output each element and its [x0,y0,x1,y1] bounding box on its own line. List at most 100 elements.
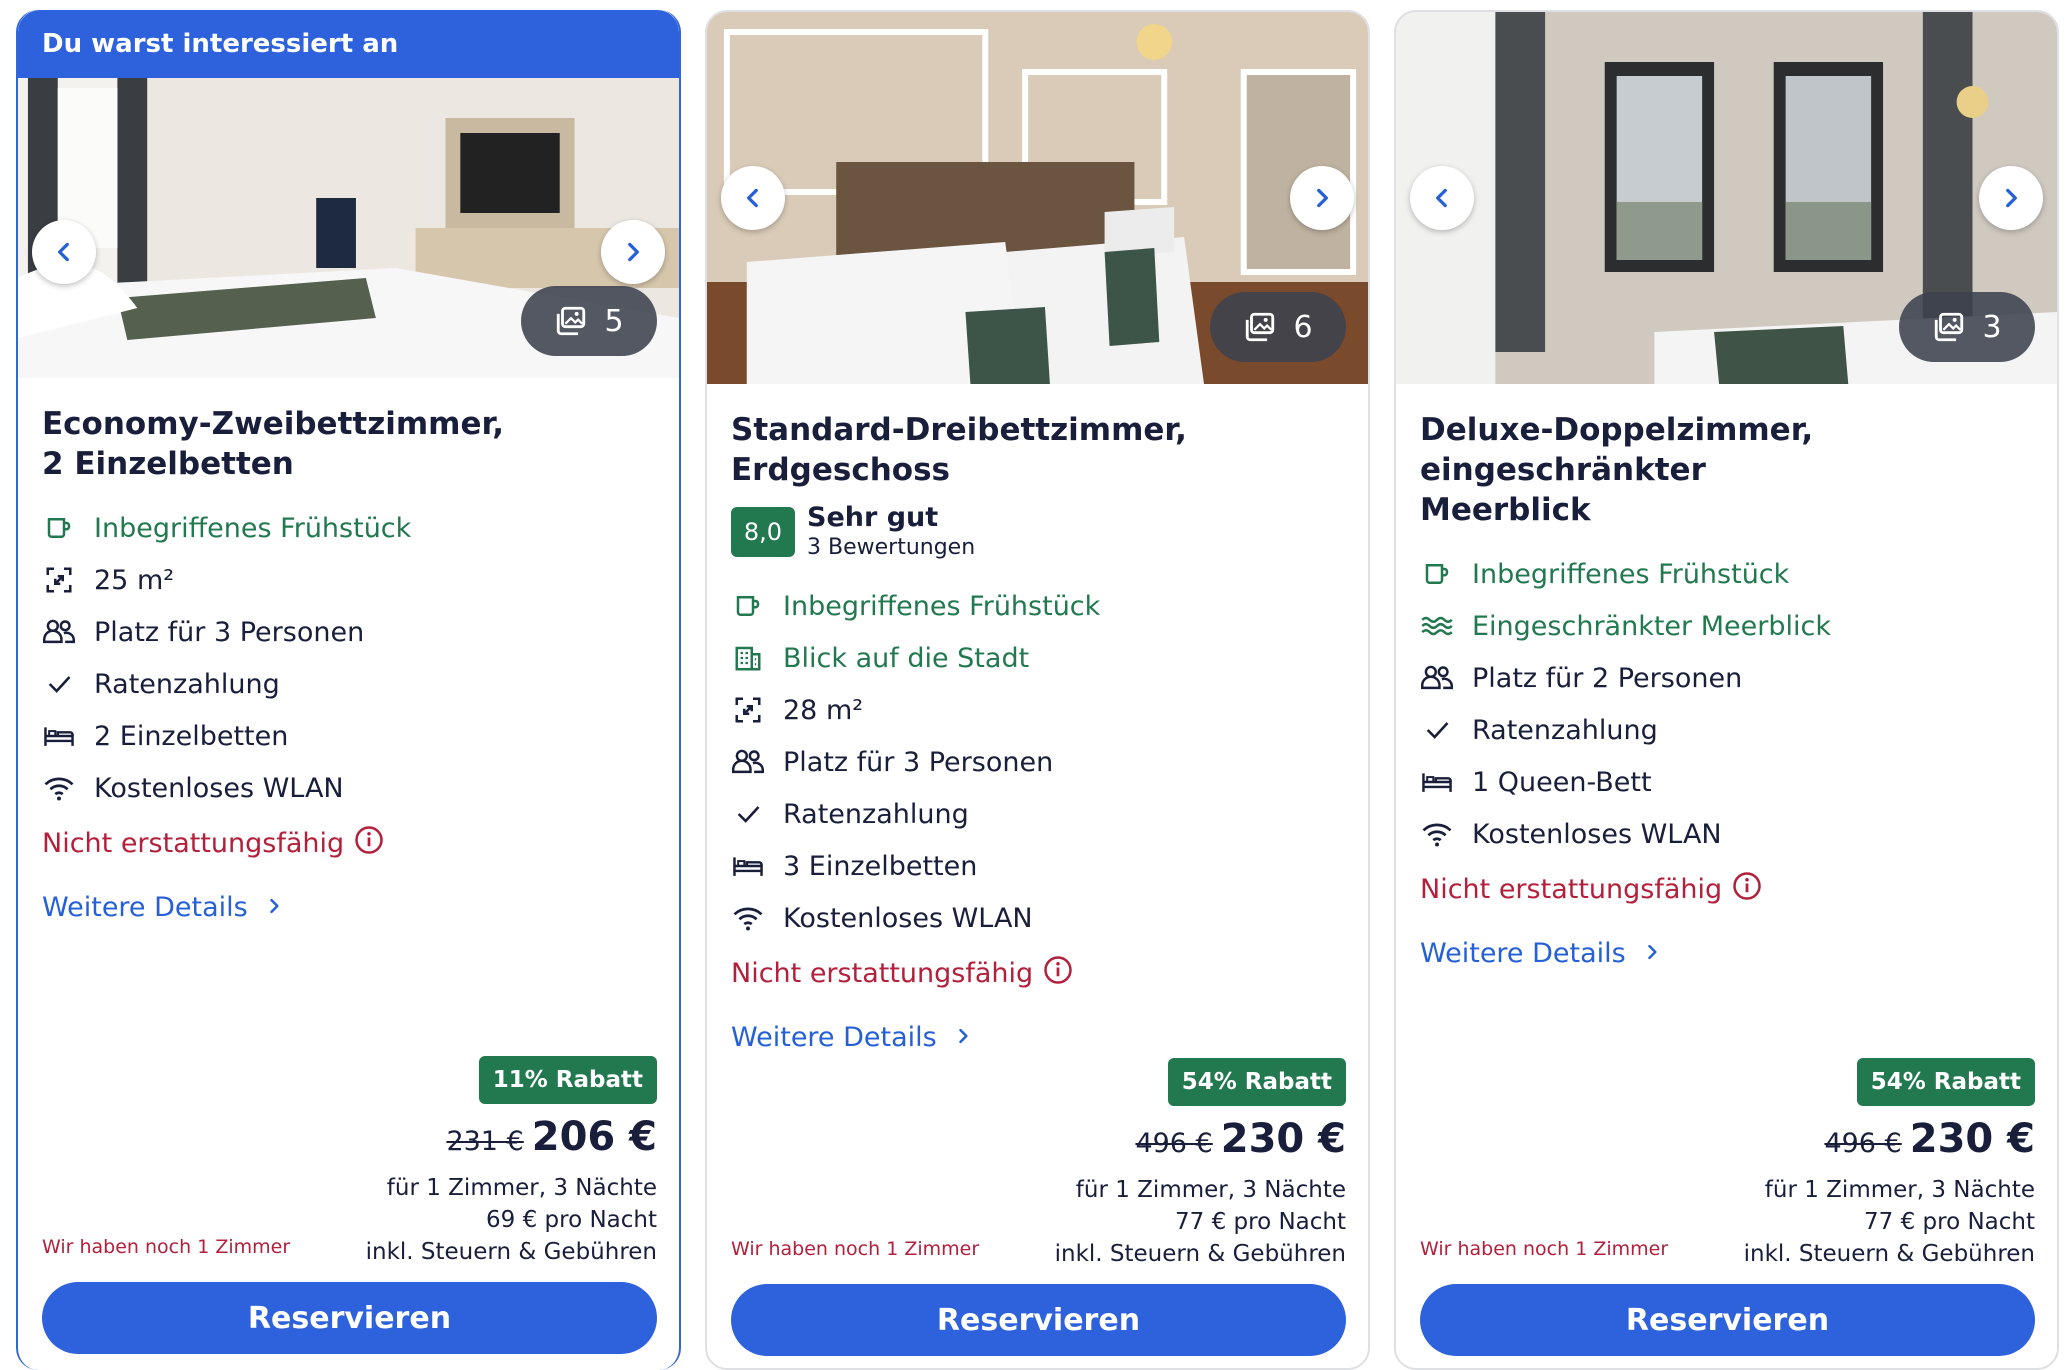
photo-gallery-button[interactable]: 5 [521,286,657,356]
availability-note: Wir haben noch 1 Zimmer [42,1236,291,1258]
amenity-guests: Platz für 3 Personen [42,606,657,658]
breakfast-icon [736,596,760,616]
more-details-link[interactable]: Weitere Details [731,1012,1346,1062]
availability-note: Wir haben noch 1 Zimmer [1420,1238,1669,1260]
room-size-icon [735,697,761,723]
refund-policy[interactable]: Nicht erstattungsfähig [1420,866,2035,912]
room-title[interactable]: Economy-Zweibettzimmer, 2 Einzelbetten [42,404,657,484]
amenity-beds: 2 Einzelbetten [42,710,657,762]
amenity-guests: Platz für 3 Personen [731,736,1346,788]
price-note: für 1 Zimmer, 3 Nächte [386,1175,657,1201]
bed-icon [733,857,763,876]
amenity-city-view: Blick auf die Stadt [731,632,1346,684]
amenity-breakfast: Inbegriffenes Frühstück [1420,548,2035,600]
check-icon [1426,722,1449,739]
guests-icon [1421,665,1453,690]
price-notes: für 1 Zimmer, 3 Nächte 77 € pro Nacht in… [1744,1174,2035,1270]
next-photo-button[interactable] [1290,166,1354,230]
price-note: 69 € pro Nacht [486,1207,657,1233]
original-price: 496 € [1135,1128,1213,1159]
room-card-deluxe-double[interactable]: 3 Deluxe-Doppelzimmer, eingeschränkter M… [1394,10,2059,1370]
price-note: inkl. Steuern & Gebühren [1054,1241,1346,1267]
amenity-list: Inbegriffenes Frühstück 25 m² Platz für … [42,502,657,814]
room-card-economy-twin[interactable]: Du warst interessiert an 5 Economy-Zweib… [16,10,681,1370]
price-line: 231 € 206 € [446,1114,657,1160]
availability-note: Wir haben noch 1 Zimmer [731,1238,980,1260]
price-line: 496 € 230 € [1135,1116,1346,1162]
bed-icon [44,727,74,746]
amenity-wifi: Kostenloses WLAN [42,762,657,814]
guests-icon [732,749,764,774]
discount-badge: 11% Rabatt [478,1056,657,1104]
check-icon [737,806,760,823]
amenity-installments: Ratenzahlung [731,788,1346,840]
gallery-icon [557,306,586,336]
room-title[interactable]: Standard-Dreibettzimmer, Erdgeschoss [731,410,1346,490]
discount-badge: 54% Rabatt [1856,1058,2035,1106]
info-icon [1733,871,1761,900]
current-price: 230 € [1909,1116,2035,1162]
wifi-icon [1422,823,1452,847]
gallery-icon [1935,312,1964,342]
wifi-icon [44,777,74,801]
amenity-wifi: Kostenloses WLAN [1420,808,2035,860]
more-details-link[interactable]: Weitere Details [42,882,657,932]
previous-photo-button[interactable] [721,166,785,230]
next-photo-button[interactable] [601,220,665,284]
gallery-icon [1246,312,1275,342]
wifi-icon [733,907,763,931]
chevron-right-icon [2006,188,2017,208]
rating-score: 8,0 [731,507,795,557]
room-photo[interactable]: 3 [1396,12,2057,384]
room-title[interactable]: Deluxe-Doppelzimmer, eingeschränkter Mee… [1420,410,2035,530]
room-photo[interactable]: 5 [18,78,679,378]
current-price: 206 € [531,1114,657,1160]
photo-gallery-button[interactable]: 3 [1899,292,2035,362]
price-line: 496 € 230 € [1824,1116,2035,1162]
refund-policy[interactable]: Nicht erstattungsfähig [42,820,657,866]
refund-policy[interactable]: Nicht erstattungsfähig [731,950,1346,996]
room-title-line: Economy-Zweibettzimmer, [42,406,505,442]
previous-photo-button[interactable] [1410,166,1474,230]
current-price: 230 € [1220,1116,1346,1162]
room-size-icon [46,567,72,593]
room-title-line: 2 Einzelbetten [42,446,294,482]
amenity-guests: Platz für 2 Personen [1420,652,2035,704]
sea-view-icon [1421,616,1453,636]
photo-count: 3 [1982,309,2002,345]
chevron-right-icon [1647,944,1657,959]
price-note: 77 € pro Nacht [1175,1209,1346,1235]
guest-rating[interactable]: 8,0 Sehr gut 3 Bewertungen [731,502,1346,562]
next-photo-button[interactable] [1979,166,2043,230]
interest-banner: Du warst interessiert an [18,10,679,78]
chevron-left-icon [747,188,758,208]
reserve-button[interactable]: Reservieren [1420,1284,2035,1356]
review-count: 3 Bewertungen [807,535,976,560]
price-note: für 1 Zimmer, 3 Nächte [1075,1177,1346,1203]
amenity-installments: Ratenzahlung [1420,704,2035,756]
chevron-right-icon [628,242,639,262]
discount-badge: 54% Rabatt [1167,1058,1346,1106]
room-photo[interactable]: 6 [707,12,1368,384]
amenity-room-size: 25 m² [42,554,657,606]
amenity-breakfast: Inbegriffenes Frühstück [42,502,657,554]
price-notes: für 1 Zimmer, 3 Nächte 77 € pro Nacht in… [1055,1174,1346,1270]
guests-icon [43,619,75,644]
more-details-link[interactable]: Weitere Details [1420,928,2035,978]
reserve-button[interactable]: Reservieren [731,1284,1346,1356]
photo-gallery-button[interactable]: 6 [1210,292,1346,362]
room-title-line: Meerblick [1420,492,1591,528]
info-icon [1044,955,1072,984]
price-notes: für 1 Zimmer, 3 Nächte 69 € pro Nacht in… [366,1172,657,1268]
reserve-button[interactable]: Reservieren [42,1282,657,1354]
amenity-breakfast: Inbegriffenes Frühstück [731,580,1346,632]
amenity-installments: Ratenzahlung [42,658,657,710]
previous-photo-button[interactable] [32,220,96,284]
amenity-room-size: 28 m² [731,684,1346,736]
breakfast-icon [47,518,71,538]
rating-label: Sehr gut [807,502,939,533]
room-title-line: Deluxe-Doppelzimmer, eingeschränkter [1420,412,1814,488]
room-card-standard-triple[interactable]: 6 Standard-Dreibettzimmer, Erdgeschoss 8… [705,10,1370,1370]
chevron-right-icon [1317,188,1328,208]
original-price: 496 € [1824,1128,1902,1159]
